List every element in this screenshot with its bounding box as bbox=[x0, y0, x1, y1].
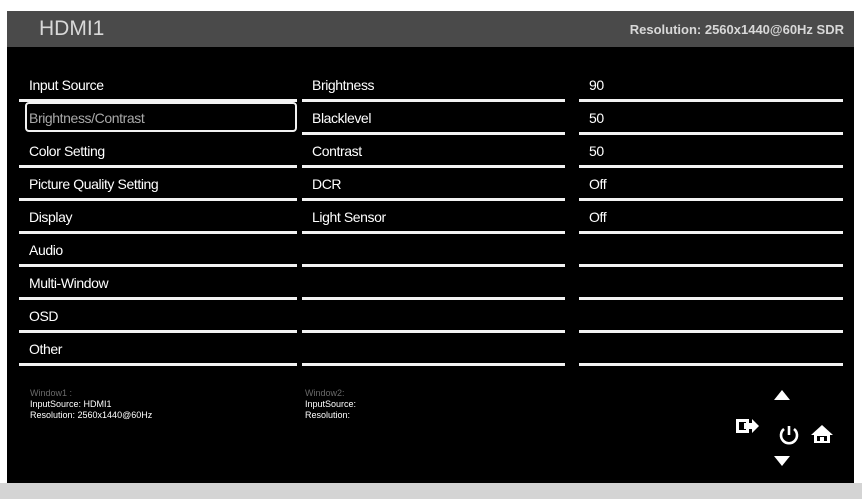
window2-source: InputSource: bbox=[305, 399, 357, 409]
bezel-strip bbox=[0, 483, 862, 499]
setting-label: Blacklevel bbox=[312, 110, 372, 126]
setting-label: DCR bbox=[312, 176, 342, 192]
window1-source: InputSource: HDMI1 bbox=[30, 399, 112, 409]
setting-value-row[interactable]: Off bbox=[579, 168, 843, 201]
row-divider bbox=[19, 363, 297, 366]
setting-value-row[interactable] bbox=[579, 234, 843, 267]
setting-value-row[interactable]: 50 bbox=[579, 135, 843, 168]
window2-resolution: Resolution: bbox=[305, 410, 351, 420]
menu-item-row[interactable]: Audio bbox=[19, 234, 297, 267]
setting-value-row[interactable]: 90 bbox=[579, 69, 843, 102]
up-arrow-icon[interactable] bbox=[773, 389, 791, 401]
menu-item-row[interactable]: Brightness/Contrast bbox=[19, 102, 297, 135]
menu-item-row[interactable]: Color Setting bbox=[19, 135, 297, 168]
resolution-status: Resolution: 2560x1440@60Hz SDR bbox=[629, 22, 844, 37]
setting-value-row[interactable] bbox=[579, 333, 843, 366]
menu-item-row[interactable]: OSD bbox=[19, 300, 297, 333]
menu-item-label: Display bbox=[29, 209, 73, 225]
menu-item-row[interactable]: Display bbox=[19, 201, 297, 234]
menu-item-label: Picture Quality Setting bbox=[29, 176, 159, 192]
osd-menu: HDMI1 Resolution: 2560x1440@60Hz SDR Inp… bbox=[7, 11, 854, 491]
menu-item-label: Multi-Window bbox=[29, 275, 109, 291]
menu-item-row[interactable]: Input Source bbox=[19, 69, 297, 102]
setting-row[interactable] bbox=[302, 300, 565, 333]
menu-item-row[interactable]: Picture Quality Setting bbox=[19, 168, 297, 201]
window1-title: Window1 : bbox=[30, 388, 73, 398]
setting-row[interactable]: Light Sensor bbox=[302, 201, 565, 234]
exit-icon[interactable] bbox=[734, 415, 760, 437]
setting-value-row[interactable]: 50 bbox=[579, 102, 843, 135]
menu-item-row[interactable]: Other bbox=[19, 333, 297, 366]
setting-value-row[interactable] bbox=[579, 267, 843, 300]
power-icon[interactable] bbox=[778, 424, 800, 446]
window1-info: Window1 : InputSource: HDMI1 Resolution:… bbox=[30, 388, 152, 421]
menu-item-label: Brightness/Contrast bbox=[29, 110, 145, 126]
window2-info: Window2: InputSource: Resolution: bbox=[305, 388, 356, 421]
home-icon[interactable] bbox=[810, 423, 834, 445]
setting-row[interactable] bbox=[302, 267, 565, 300]
menu-item-label: Audio bbox=[29, 242, 63, 258]
header-bar: HDMI1 Resolution: 2560x1440@60Hz SDR bbox=[7, 11, 854, 47]
setting-value-label: 50 bbox=[589, 110, 604, 126]
setting-label: Brightness bbox=[312, 77, 375, 93]
down-arrow-icon[interactable] bbox=[773, 455, 791, 467]
setting-row[interactable]: DCR bbox=[302, 168, 565, 201]
setting-value-label: Off bbox=[589, 209, 607, 225]
setting-value-label: 50 bbox=[589, 143, 604, 159]
setting-value-label: 90 bbox=[589, 77, 604, 93]
setting-row[interactable] bbox=[302, 234, 565, 267]
menu-item-row[interactable]: Multi-Window bbox=[19, 267, 297, 300]
setting-row[interactable]: Brightness bbox=[302, 69, 565, 102]
menu-item-label: Other bbox=[29, 341, 63, 357]
row-divider bbox=[302, 363, 565, 366]
setting-value-row[interactable] bbox=[579, 300, 843, 333]
setting-row[interactable]: Blacklevel bbox=[302, 102, 565, 135]
menu-item-label: OSD bbox=[29, 308, 59, 324]
input-title: HDMI1 bbox=[39, 17, 105, 40]
window1-resolution: Resolution: 2560x1440@60Hz bbox=[30, 410, 153, 420]
setting-row[interactable] bbox=[302, 333, 565, 366]
window2-title: Window2: bbox=[305, 388, 345, 398]
row-divider bbox=[579, 363, 843, 366]
setting-label: Light Sensor bbox=[312, 209, 386, 225]
setting-label: Contrast bbox=[312, 143, 362, 159]
setting-value-row[interactable]: Off bbox=[579, 201, 843, 234]
setting-value-label: Off bbox=[589, 176, 607, 192]
setting-row[interactable]: Contrast bbox=[302, 135, 565, 168]
menu-item-label: Color Setting bbox=[29, 143, 105, 159]
menu-item-label: Input Source bbox=[29, 77, 104, 93]
